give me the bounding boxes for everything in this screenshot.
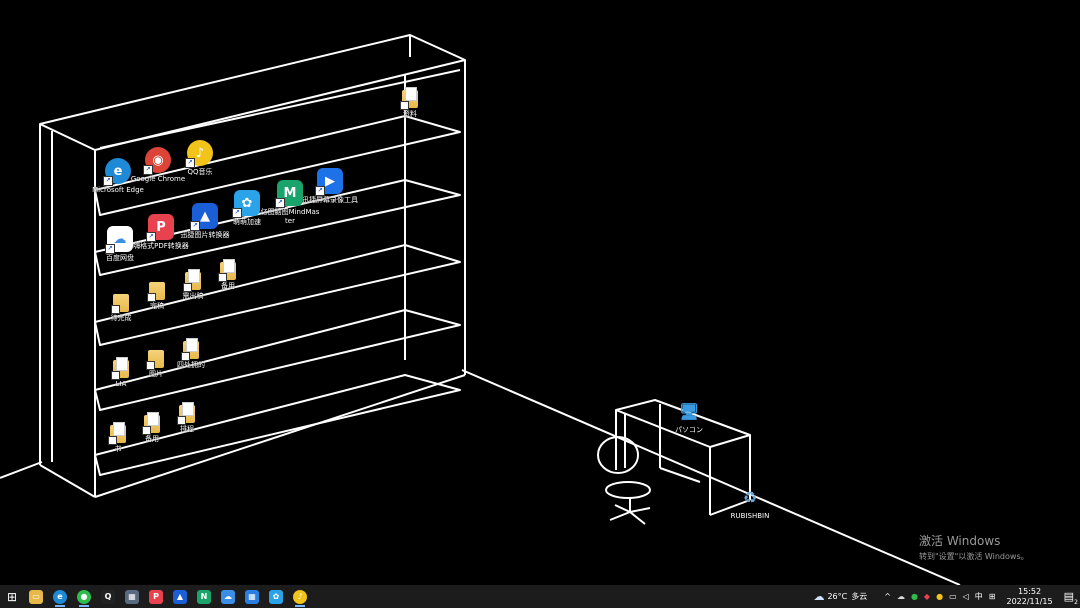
edge-icon: e	[53, 589, 67, 604]
qq-icon: Q	[101, 589, 115, 604]
icon-label: QQ音乐	[187, 168, 213, 176]
baidu-netdisk-icon: ☁ ↗	[105, 226, 133, 254]
activation-title: 激活 Windows	[919, 534, 1001, 548]
icon-label: Microsoft Edge	[92, 186, 144, 194]
taskbar: ⊞ ▭ e ● Q ▦ P ▲ N ☁ ▦ ✿ ♪ ☁ 26°C 多云 ^ ☁ …	[0, 585, 1080, 608]
folder-icon: ▭	[29, 589, 43, 604]
taskbar-pdf-converter[interactable]: P	[144, 585, 168, 608]
icon-label: 资料	[403, 110, 417, 118]
clock-date: 2022/11/15	[1006, 596, 1053, 606]
pdf-converter-icon: P ↗	[146, 214, 174, 242]
calendar-icon: ▦	[245, 589, 259, 604]
desktop-icon-folder-书[interactable]: 书	[88, 421, 148, 454]
taskbar-edge[interactable]: e	[48, 585, 72, 608]
taskbar-qq-music[interactable]: ♪	[288, 585, 312, 608]
folder-icon	[183, 269, 201, 292]
desktop-icon-recycle-bin[interactable]: ♻ RUBISHBIN	[720, 484, 780, 521]
icon-label: RUBISHBIN	[730, 512, 770, 520]
folder-icon	[111, 357, 129, 380]
wechat-tray-icon[interactable]: ●	[911, 592, 918, 601]
volume-icon[interactable]: ◁	[963, 592, 969, 601]
accelerator-icon: ✿ ↗	[232, 190, 260, 218]
start-button[interactable]: ⊞	[0, 585, 24, 608]
chrome-icon: ◉ ↗	[143, 147, 171, 175]
taskbar-accelerator[interactable]: ✿	[264, 585, 288, 608]
taskbar-calculator[interactable]: ▦	[120, 585, 144, 608]
taskbar-file-explorer[interactable]: ▭	[24, 585, 48, 608]
network-icon[interactable]: ▭	[949, 592, 957, 601]
notification-count: 2	[1074, 599, 1078, 606]
activation-watermark: 激活 Windows 转到"设置"以激活 Windows。	[919, 532, 1029, 562]
desktop-icon-folder-资料[interactable]: 资料	[380, 86, 440, 119]
windows-logo-icon: ⊞	[6, 589, 18, 604]
weather-condition: 多云	[851, 592, 868, 601]
desktop-icon-baidu-netdisk[interactable]: ☁ ↗ 百度网盘	[90, 226, 150, 263]
taskbar-qq[interactable]: Q	[96, 585, 120, 608]
taskbar-wechat[interactable]: ●	[72, 585, 96, 608]
desktop-icon-qq-music[interactable]: ♪ ↗ QQ音乐	[170, 140, 230, 177]
system-tray: ☁ 26°C 多云 ^ ☁ ● ◆ ● ▭ ◁ 中 ⊞ 15:52 2022/1…	[810, 585, 1080, 608]
cloud-icon: ☁	[813, 590, 825, 603]
taskbar-baidu-netdisk[interactable]: ☁	[216, 585, 240, 608]
weather-widget[interactable]: ☁ 26°C 多云	[813, 590, 867, 603]
taskbar-calendar[interactable]: ▦	[240, 585, 264, 608]
folder-icon	[400, 87, 418, 110]
baidu-netdisk-icon: ☁	[221, 589, 235, 604]
desktop-icon-this-pc[interactable]: 🖥 パソコン	[659, 398, 719, 435]
qq-music-icon: ♪ ↗	[185, 140, 213, 168]
wechat-icon: ●	[77, 589, 91, 604]
mindmaster-icon: N	[197, 589, 211, 604]
pdf-converter-icon: P	[149, 589, 163, 604]
clock-time: 15:52	[1018, 586, 1042, 596]
clock[interactable]: 15:52 2022/11/15	[1006, 587, 1052, 607]
image-converter-icon: ▲ ↗	[190, 203, 218, 231]
folder-icon	[147, 282, 165, 302]
ime-mode-icon[interactable]: ⊞	[989, 592, 996, 601]
calculator-icon: ▦	[125, 589, 139, 604]
notification-center-button[interactable]: ▤ 2	[1063, 590, 1078, 606]
mindmaster-icon: M ↗	[275, 180, 303, 208]
accelerator-icon: ✿	[269, 589, 283, 604]
image-converter-icon: ▲	[173, 589, 187, 604]
icon-label: 百度网盘	[106, 254, 134, 262]
taskbar-image-converter[interactable]: ▲	[168, 585, 192, 608]
activation-subtitle: 转到"设置"以激活 Windows。	[919, 552, 1029, 561]
desktop-icon-folder-lia[interactable]: LIA	[91, 356, 151, 389]
cloud-tray-icon[interactable]: ☁	[897, 592, 905, 601]
icon-label: パソコン	[675, 426, 703, 434]
qq-music-tray-icon[interactable]: ●	[936, 592, 943, 601]
icon-label: LIA	[115, 380, 127, 388]
screen-recorder-icon: ▶ ↗	[315, 168, 343, 196]
folder-icon	[111, 294, 129, 314]
ime-indicator[interactable]: 中	[975, 591, 983, 602]
icon-label: 书	[114, 445, 122, 453]
chevron-up-icon[interactable]: ^	[884, 592, 891, 601]
app-tray-icon[interactable]: ◆	[924, 592, 930, 601]
qq-music-icon: ♪	[293, 589, 307, 604]
desktop-icon-folder-待完成[interactable]: 待完成	[91, 290, 151, 323]
weather-temp: 26°C	[827, 592, 848, 601]
taskbar-mindmaster[interactable]: N	[192, 585, 216, 608]
folder-icon	[108, 422, 126, 445]
recycle-bin-icon: ♻	[742, 487, 758, 507]
computer-icon: 🖥	[678, 401, 700, 421]
notification-icon: ▤	[1063, 590, 1074, 603]
icon-label: 待完成	[110, 314, 132, 322]
